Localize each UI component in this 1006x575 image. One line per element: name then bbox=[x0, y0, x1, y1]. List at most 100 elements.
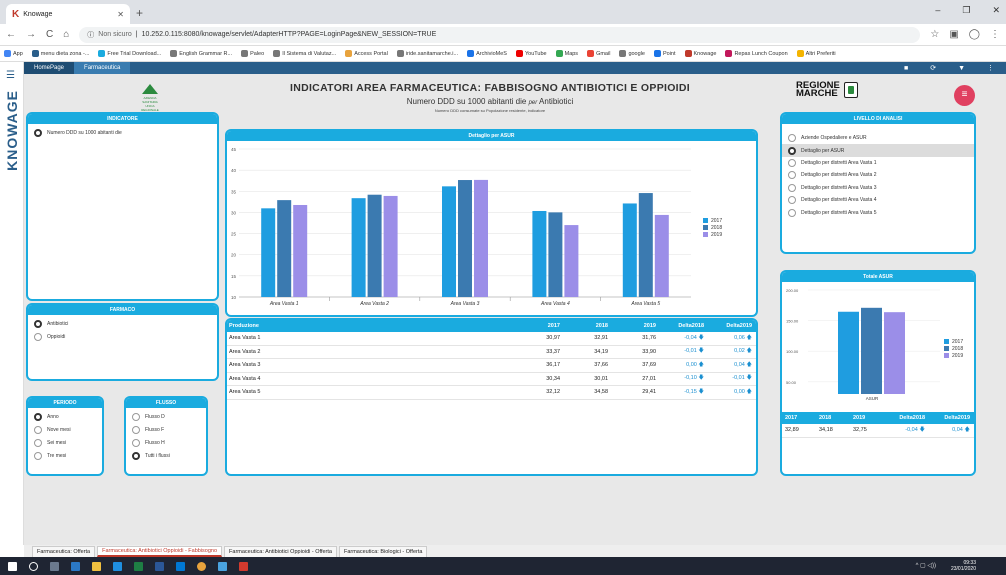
flusso-option-0[interactable]: Flusso D bbox=[132, 413, 206, 421]
restore-icon[interactable]: ❐ bbox=[962, 5, 970, 16]
search-icon[interactable] bbox=[29, 561, 38, 571]
legend-item-2[interactable]: 2019 bbox=[944, 352, 963, 359]
periodo-option-1[interactable]: Nove mesi bbox=[34, 426, 102, 434]
farmaco-option-1[interactable]: Oppioidi bbox=[34, 333, 217, 341]
bar-2018-area-vasta-4[interactable] bbox=[548, 212, 563, 297]
systray-icons[interactable]: ^ ▢ ◁)) bbox=[916, 562, 936, 569]
more-icon[interactable]: ⋮ bbox=[987, 64, 994, 72]
radio-button[interactable] bbox=[34, 413, 42, 421]
url-field[interactable]: ⓘ Non sicuro | 10.252.0.115:8080/knowage/se… bbox=[79, 26, 921, 43]
breadcrumb-home[interactable]: HomePage bbox=[24, 62, 75, 74]
bookmark-10[interactable]: Maps bbox=[555, 50, 578, 57]
periodo-option-2[interactable]: Sei mesi bbox=[34, 439, 102, 447]
radio-button[interactable] bbox=[34, 129, 42, 137]
flusso-option-1[interactable]: Flusso F bbox=[132, 426, 206, 434]
doc-tab-3[interactable]: Farmaceutica: Biologici - Offerta bbox=[338, 546, 428, 557]
legend-item-0[interactable]: 2017 bbox=[703, 217, 722, 224]
close-tab-icon[interactable]: ✕ bbox=[117, 10, 124, 19]
bookmark-4[interactable]: Paleo bbox=[241, 50, 264, 57]
livello-option-0[interactable]: Aziende Ospedaliere e ASUR bbox=[782, 132, 974, 144]
bookmark-3[interactable]: English Grammar R... bbox=[170, 50, 232, 57]
radio-button[interactable] bbox=[132, 452, 140, 460]
bookmark-7[interactable]: iride.sanitamarche.i... bbox=[396, 50, 458, 57]
bar-2017-asur[interactable] bbox=[838, 311, 859, 394]
bookmark-16[interactable]: Altri Preferiti bbox=[796, 50, 836, 57]
radio-button[interactable] bbox=[788, 183, 796, 192]
chrome-icon[interactable] bbox=[197, 561, 206, 571]
doc-tab-1[interactable]: Farmaceutica: Antibiotici Oppioidi - Fab… bbox=[97, 546, 223, 557]
windows-start-icon[interactable] bbox=[8, 561, 17, 571]
legend-item-0[interactable]: 2017 bbox=[944, 338, 963, 345]
bar-2019-asur[interactable] bbox=[884, 312, 905, 394]
indicatore-option-0[interactable]: Numero DDD su 1000 abitanti die bbox=[34, 129, 217, 137]
radio-button[interactable] bbox=[34, 426, 42, 434]
hamburger-menu-icon[interactable]: ☰ bbox=[6, 70, 15, 81]
store-icon[interactable] bbox=[71, 561, 80, 571]
close-window-icon[interactable]: ✕ bbox=[992, 5, 1000, 16]
flusso-option-2[interactable]: Flusso H bbox=[132, 439, 206, 447]
livello-option-5[interactable]: Dettaglio per distretti Area Vasta 4 bbox=[782, 194, 974, 206]
radio-button[interactable] bbox=[132, 413, 140, 421]
bookmark-13[interactable]: Point bbox=[653, 50, 676, 57]
excel-icon[interactable] bbox=[134, 561, 143, 571]
bookmark-5[interactable]: Il Sistema di Valutaz... bbox=[273, 50, 336, 57]
task-view-icon[interactable] bbox=[50, 561, 59, 571]
bookmark-9[interactable]: YouTube bbox=[515, 50, 547, 57]
bar-2018-area-vasta-1[interactable] bbox=[277, 200, 292, 297]
bar-2019-area-vasta-4[interactable] bbox=[564, 225, 579, 297]
table-row[interactable]: Area Vasta 5 32,12 34,58 29,41 -0,15 🡇 0,00 🡅 bbox=[227, 386, 756, 400]
legend-item-1[interactable]: 2018 bbox=[944, 345, 963, 352]
bar-2017-area-vasta-3[interactable] bbox=[442, 186, 456, 297]
back-icon[interactable]: ← bbox=[6, 29, 16, 40]
word-icon[interactable] bbox=[155, 561, 164, 571]
forward-icon[interactable]: → bbox=[26, 29, 36, 40]
bar-2017-area-vasta-4[interactable] bbox=[532, 210, 547, 297]
pdf-icon[interactable] bbox=[239, 561, 248, 571]
livello-option-4[interactable]: Dettaglio per distretti Area Vasta 3 bbox=[782, 182, 974, 194]
bar-2017-area-vasta-2[interactable] bbox=[351, 198, 366, 297]
bar-2017-area-vasta-5[interactable] bbox=[622, 203, 637, 297]
table-row[interactable]: Area Vasta 4 30,34 30,01 27,01 -0,10 🡇 -0,01 … bbox=[227, 373, 756, 386]
radio-button[interactable] bbox=[34, 452, 42, 460]
bookmark-1[interactable]: menu dieta zona -... bbox=[31, 50, 89, 57]
bookmark-0[interactable]: App bbox=[4, 50, 23, 57]
legend-item-2[interactable]: 2019 bbox=[703, 231, 722, 238]
bar-2019-area-vasta-2[interactable] bbox=[383, 195, 398, 297]
radio-button[interactable] bbox=[788, 196, 796, 205]
extension-icon[interactable]: ▣ bbox=[949, 29, 958, 40]
periodo-option-0[interactable]: Anno bbox=[34, 413, 102, 421]
refresh-icon[interactable]: ⟳ bbox=[930, 64, 936, 72]
radio-button[interactable] bbox=[788, 208, 796, 217]
bookmark-15[interactable]: Repas Lunch Coupon bbox=[725, 50, 788, 57]
explorer-icon[interactable] bbox=[92, 561, 101, 571]
radio-button[interactable] bbox=[788, 158, 796, 167]
new-tab-icon[interactable]: + bbox=[136, 6, 143, 20]
profile-icon[interactable]: ◯ bbox=[969, 29, 980, 40]
bookmark-12[interactable]: google bbox=[619, 50, 645, 57]
bar-2018-area-vasta-5[interactable] bbox=[638, 193, 653, 297]
periodo-option-3[interactable]: Tre mesi bbox=[34, 452, 102, 460]
app-icon[interactable] bbox=[218, 561, 227, 571]
bookmark-11[interactable]: Gmail bbox=[587, 50, 610, 57]
menu-icon[interactable]: ⋮ bbox=[990, 29, 1000, 40]
filter-icon[interactable]: ▼ bbox=[958, 65, 965, 72]
bar-2019-area-vasta-1[interactable] bbox=[293, 204, 308, 297]
legend-item-1[interactable]: 2018 bbox=[703, 224, 722, 231]
livello-option-3[interactable]: Dettaglio per distretti Area Vasta 2 bbox=[782, 169, 974, 181]
table-row[interactable]: Area Vasta 3 36,17 37,66 37,69 0,00 🡅 0,04 🡅 bbox=[227, 359, 756, 373]
clock[interactable]: 09:33 23/01/2020 bbox=[951, 560, 976, 572]
radio-button[interactable] bbox=[34, 333, 42, 341]
bar-2019-area-vasta-3[interactable] bbox=[474, 179, 488, 297]
save-icon[interactable]: ■ bbox=[904, 65, 908, 72]
flusso-option-3[interactable]: Tutti i flussi bbox=[132, 452, 206, 460]
fab-menu-icon[interactable]: ≡ bbox=[954, 85, 975, 106]
breadcrumb-farmaceutica[interactable]: Farmaceutica bbox=[74, 62, 131, 74]
radio-button[interactable] bbox=[788, 171, 796, 180]
bookmark-2[interactable]: Free Trial Download... bbox=[98, 50, 161, 57]
home-icon[interactable]: ⌂ bbox=[63, 29, 69, 40]
radio-button[interactable] bbox=[34, 439, 42, 447]
bookmark-14[interactable]: Knowage bbox=[684, 50, 716, 57]
doc-tab-0[interactable]: Farmaceutica: Offerta bbox=[32, 546, 96, 557]
radio-button[interactable] bbox=[132, 426, 140, 434]
bookmark-8[interactable]: ArchivioMeS bbox=[467, 50, 507, 57]
